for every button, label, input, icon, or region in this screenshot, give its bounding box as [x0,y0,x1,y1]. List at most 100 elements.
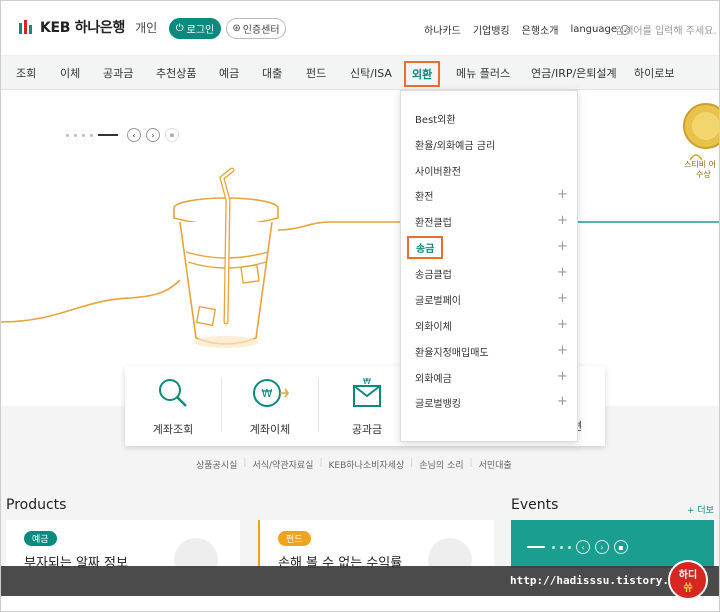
nav-item-hirobo[interactable]: 하이로보 [634,65,674,81]
menu-item-cyber-exchange[interactable]: 사이버환전 [415,163,461,178]
nav-item-forex[interactable]: 외환 [404,61,441,87]
quick-account-inquiry[interactable]: 계좌조회 [125,376,221,437]
cert-icon: ⊛ [232,23,241,34]
pause-icon[interactable]: ▪ [165,128,179,142]
events-pager: ‹ › ▪ [527,540,628,554]
link-about[interactable]: 은행소개 [522,22,559,37]
expand-plus-icon[interactable]: + [557,188,568,201]
menu-item-fx-deposit[interactable]: 외화예금 [415,370,452,385]
watermark-logo-line1: 하디 [678,570,698,581]
hero-pager: ‹ › ▪ [66,128,179,142]
menu-item-global-pay[interactable]: 글로벌페이 [415,292,461,307]
nav-item-menu-plus[interactable]: 메뉴 플러스 [456,65,510,81]
product-card[interactable]: 예금 부자되는 알짜 정보 [6,520,240,568]
login-button[interactable]: ⏻ 로그인 [169,18,221,39]
top-links: 하나카드 기업뱅킹 은행소개 language ⌄ [424,22,630,37]
link-hanacard[interactable]: 하나카드 [424,22,461,37]
quick-label: 계좌조회 [152,423,194,436]
nav-item-pension[interactable]: 연금/IRP/은퇴설계 [531,65,617,81]
expand-plus-icon[interactable]: + [557,266,568,279]
cert-label: 인증센터 [242,25,280,36]
nav-item-loan[interactable]: 대출 [262,65,282,81]
bottom-margin [0,596,720,612]
pager-dot[interactable] [568,545,571,549]
menu-item-global-banking[interactable]: 글로벌뱅킹 [415,395,461,410]
link-consumer[interactable]: KEB하나소비자세상 [329,458,405,471]
svg-text:₩: ₩ [363,377,371,386]
pause-icon[interactable]: ▪ [614,540,628,554]
award-caption-line2: 수상 [696,170,711,179]
expand-plus-icon[interactable]: + [557,395,568,408]
expand-plus-icon[interactable]: + [557,240,568,253]
menu-item-remittance[interactable]: 송금 [407,236,444,259]
footer-links: 상품공시실 | 서식/약관자료실 | KEB하나소비자세상 | 손님의 소리 | 서민대… [196,458,512,471]
link-voice[interactable]: 손님의 소리 [419,458,463,471]
product-card[interactable]: 펀드 손해 볼 수 없는 수익률 [258,520,494,568]
pager-active-bar[interactable] [527,546,545,548]
main-nav: 조회 이체 공과금 추천상품 예금 대출 펀드 신탁/ISA 외환 메뉴 플러스… [0,56,720,90]
transfer-icon: ₩ [253,379,289,407]
menu-item-best-forex[interactable]: Best외환 [415,111,456,126]
link-separator: | [243,458,247,468]
link-separator: | [319,458,323,468]
link-product-disclosure[interactable]: 상품공시실 [196,458,237,471]
quick-label: 계좌이체 [249,423,291,436]
nav-item-transfer[interactable]: 이체 [60,65,80,81]
expand-plus-icon[interactable]: + [557,318,568,331]
events-more-link[interactable]: + 더보 [687,503,714,516]
nav-item-trust[interactable]: 신탁/ISA [350,65,392,81]
product-badge: 펀드 [278,531,311,546]
next-arrow-icon[interactable]: › [146,128,160,142]
menu-item-fx-transfer[interactable]: 외화이체 [415,318,452,333]
nav-item-fund[interactable]: 펀드 [306,65,326,81]
link-separator: | [410,458,414,468]
menu-item-exchange[interactable]: 환전 [415,188,433,203]
magnifier-icon [159,379,187,407]
top-header: KEB 하나은행 개인 ⏻ 로그인 ⊛ 인증센터 하나카드 기업뱅킹 은행소개 … [0,0,720,56]
link-separator: | [469,458,473,468]
menu-item-exchange-club[interactable]: 환전클럽 [415,214,452,229]
menu-item-exchange-rates[interactable]: 환율/외화예금 금리 [415,137,495,152]
pager-dot[interactable] [560,545,563,549]
power-icon: ⏻ [175,23,184,34]
link-forms[interactable]: 서식/약관자료실 [252,458,313,471]
logo-sub: 개인 [135,20,158,35]
pager-dot[interactable] [74,133,77,137]
envelope-icon: ₩ [353,377,381,407]
menu-item-rate-order[interactable]: 환율지정매입매도 [415,344,489,359]
pager-dot[interactable] [66,133,69,137]
prev-arrow-icon[interactable]: ‹ [127,128,141,142]
expand-plus-icon[interactable]: + [557,292,568,305]
search-input[interactable]: 검색어를 입력해 주세요. [615,22,717,37]
nav-item-deposit[interactable]: 예금 [219,65,239,81]
watermark-logo: 하디 쓔 [668,560,708,600]
pager-dot[interactable] [82,133,85,137]
language-label: language [570,24,617,35]
expand-plus-icon[interactable]: + [557,214,568,227]
svg-text:₩: ₩ [262,387,273,400]
watermark-strip: http://hadisssu.tistory.com [0,566,720,596]
next-arrow-icon[interactable]: › [595,540,609,554]
bank-logo[interactable]: KEB 하나은행 개인 [16,17,157,37]
nav-item-recommended[interactable]: 추천상품 [156,65,196,81]
link-microloan[interactable]: 서민대출 [479,458,512,471]
expand-plus-icon[interactable]: + [557,370,568,383]
quick-account-transfer[interactable]: ₩ 계좌이체 [222,376,318,437]
nav-item-utility[interactable]: 공과금 [103,65,133,81]
pager-dot[interactable] [552,545,555,549]
expand-plus-icon[interactable]: + [557,344,568,357]
events-title: Events [511,497,559,513]
nav-item-inquiry[interactable]: 조회 [16,65,36,81]
menu-item-remittance-club[interactable]: 송금클럽 [415,266,452,281]
pager-dot[interactable] [90,133,93,137]
award-caption-line1: 스티비 어 [684,160,716,169]
forex-dropdown-menu: Best외환 환율/외화예금 금리 사이버환전 환전 + 환전클럽 + 송금 +… [400,90,578,442]
logo-text: KEB 하나은행 [40,20,126,36]
link-corporate[interactable]: 기업뱅킹 [473,22,510,37]
prev-arrow-icon[interactable]: ‹ [576,540,590,554]
login-label: 로그인 [186,25,215,36]
pager-active-bar[interactable] [98,134,118,136]
cert-center-button[interactable]: ⊛ 인증센터 [226,18,286,39]
watermark-logo-line2: 쓔 [683,583,693,594]
watermark-url: http://hadisssu.tistory.com [510,574,689,587]
